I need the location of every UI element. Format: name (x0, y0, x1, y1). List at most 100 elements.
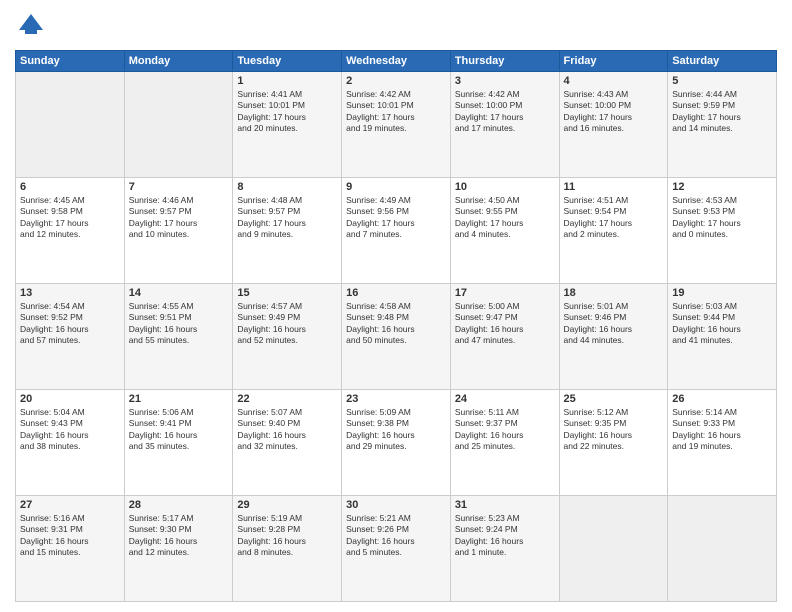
calendar-cell: 16Sunrise: 4:58 AM Sunset: 9:48 PM Dayli… (342, 284, 451, 390)
calendar-cell: 29 Sunrise: 5:19 AM Sunset: 9:28 PM Dayli… (233, 496, 342, 602)
day-number: 21 (129, 393, 229, 405)
day-info: Sunrise: 4:46 AM Sunset: 9:57 PM Dayligh… (129, 195, 229, 241)
day-number: 14 (129, 287, 229, 299)
day-info: Sunrise: 4:45 AM Sunset: 9:58 PM Dayligh… (20, 195, 120, 241)
calendar-cell: 12 Sunrise: 4:53 AM Sunset: 9:53 PM Dayli… (668, 178, 777, 284)
day-info: Sunrise: 4:41 AM Sunset: 10:01 PM Daylig… (237, 89, 337, 135)
weekday-header-saturday: Saturday (668, 51, 777, 72)
calendar-week-row: 13 Sunrise: 4:54 AM Sunset: 9:52 PM Dayli… (16, 284, 777, 390)
logo (15, 10, 51, 42)
calendar-cell: 19 Sunrise: 5:03 AM Sunset: 9:44 PM Dayli… (668, 284, 777, 390)
day-number: 31 (455, 499, 555, 511)
day-info: Sunrise: 4:42 AM Sunset: 10:00 PM Daylig… (455, 89, 555, 135)
day-number: 30 (346, 499, 446, 511)
weekday-header-monday: Monday (124, 51, 233, 72)
day-info: Sunrise: 5:14 AM Sunset: 9:33 PM Dayligh… (672, 407, 772, 453)
calendar-cell: 22 Sunrise: 5:07 AM Sunset: 9:40 PM Dayli… (233, 390, 342, 496)
calendar-cell: 18Sunrise: 5:01 AM Sunset: 9:46 PM Dayli… (559, 284, 668, 390)
day-info: Sunrise: 4:58 AM Sunset: 9:48 PM Dayligh… (346, 301, 446, 347)
day-number: 9 (346, 181, 446, 193)
calendar-cell: 21 Sunrise: 5:06 AM Sunset: 9:41 PM Dayli… (124, 390, 233, 496)
calendar-cell: 25 Sunrise: 5:12 AM Sunset: 9:35 PM Dayli… (559, 390, 668, 496)
calendar-cell (559, 496, 668, 602)
day-number: 28 (129, 499, 229, 511)
weekday-header-thursday: Thursday (450, 51, 559, 72)
day-info: Sunrise: 5:23 AM Sunset: 9:24 PM Dayligh… (455, 513, 555, 559)
weekday-header-row: SundayMondayTuesdayWednesdayThursdayFrid… (16, 51, 777, 72)
calendar-cell: 3 Sunrise: 4:42 AM Sunset: 10:00 PM Dayli… (450, 72, 559, 178)
calendar-cell: 20Sunrise: 5:04 AM Sunset: 9:43 PM Dayli… (16, 390, 125, 496)
day-info: Sunrise: 5:11 AM Sunset: 9:37 PM Dayligh… (455, 407, 555, 453)
calendar-cell: 13 Sunrise: 4:54 AM Sunset: 9:52 PM Dayli… (16, 284, 125, 390)
day-number: 11 (564, 181, 664, 193)
calendar-cell: 26 Sunrise: 5:14 AM Sunset: 9:33 PM Dayli… (668, 390, 777, 496)
weekday-header-wednesday: Wednesday (342, 51, 451, 72)
day-number: 10 (455, 181, 555, 193)
calendar-cell: 2 Sunrise: 4:42 AM Sunset: 10:01 PM Dayli… (342, 72, 451, 178)
day-number: 25 (564, 393, 664, 405)
day-info: Sunrise: 5:21 AM Sunset: 9:26 PM Dayligh… (346, 513, 446, 559)
day-info: Sunrise: 5:12 AM Sunset: 9:35 PM Dayligh… (564, 407, 664, 453)
calendar-cell: 23 Sunrise: 5:09 AM Sunset: 9:38 PM Dayli… (342, 390, 451, 496)
day-number: 12 (672, 181, 772, 193)
day-info: Sunrise: 5:07 AM Sunset: 9:40 PM Dayligh… (237, 407, 337, 453)
day-number: 29 (237, 499, 337, 511)
day-info: Sunrise: 5:00 AM Sunset: 9:47 PM Dayligh… (455, 301, 555, 347)
page: SundayMondayTuesdayWednesdayThursdayFrid… (0, 0, 792, 612)
calendar-cell: 1 Sunrise: 4:41 AM Sunset: 10:01 PM Dayli… (233, 72, 342, 178)
calendar-cell: 30 Sunrise: 5:21 AM Sunset: 9:26 PM Dayli… (342, 496, 451, 602)
calendar-cell: 5 Sunrise: 4:44 AM Sunset: 9:59 PM Daylig… (668, 72, 777, 178)
calendar-cell: 15Sunrise: 4:57 AM Sunset: 9:49 PM Dayli… (233, 284, 342, 390)
calendar-cell: 17 Sunrise: 5:00 AM Sunset: 9:47 PM Dayli… (450, 284, 559, 390)
day-info: Sunrise: 4:50 AM Sunset: 9:55 PM Dayligh… (455, 195, 555, 241)
day-info: Sunrise: 5:01 AM Sunset: 9:46 PM Dayligh… (564, 301, 664, 347)
day-number: 24 (455, 393, 555, 405)
day-number: 27 (20, 499, 120, 511)
calendar-cell: 27 Sunrise: 5:16 AM Sunset: 9:31 PM Dayli… (16, 496, 125, 602)
day-info: Sunrise: 4:51 AM Sunset: 9:54 PM Dayligh… (564, 195, 664, 241)
day-info: Sunrise: 4:43 AM Sunset: 10:00 PM Daylig… (564, 89, 664, 135)
weekday-header-sunday: Sunday (16, 51, 125, 72)
calendar-table: SundayMondayTuesdayWednesdayThursdayFrid… (15, 50, 777, 602)
calendar-cell: 6Sunrise: 4:45 AM Sunset: 9:58 PM Daylig… (16, 178, 125, 284)
day-number: 3 (455, 75, 555, 87)
calendar-cell: 11 Sunrise: 4:51 AM Sunset: 9:54 PM Dayli… (559, 178, 668, 284)
day-number: 17 (455, 287, 555, 299)
calendar-cell (124, 72, 233, 178)
calendar-cell: 4 Sunrise: 4:43 AM Sunset: 10:00 PM Dayli… (559, 72, 668, 178)
calendar-cell: 10 Sunrise: 4:50 AM Sunset: 9:55 PM Dayli… (450, 178, 559, 284)
day-info: Sunrise: 4:48 AM Sunset: 9:57 PM Dayligh… (237, 195, 337, 241)
day-number: 23 (346, 393, 446, 405)
day-info: Sunrise: 4:49 AM Sunset: 9:56 PM Dayligh… (346, 195, 446, 241)
day-number: 4 (564, 75, 664, 87)
day-number: 22 (237, 393, 337, 405)
day-info: Sunrise: 5:03 AM Sunset: 9:44 PM Dayligh… (672, 301, 772, 347)
calendar-week-row: 1 Sunrise: 4:41 AM Sunset: 10:01 PM Dayli… (16, 72, 777, 178)
day-info: Sunrise: 4:53 AM Sunset: 9:53 PM Dayligh… (672, 195, 772, 241)
day-number: 2 (346, 75, 446, 87)
calendar-cell: 8Sunrise: 4:48 AM Sunset: 9:57 PM Daylig… (233, 178, 342, 284)
day-number: 13 (20, 287, 120, 299)
day-info: Sunrise: 5:06 AM Sunset: 9:41 PM Dayligh… (129, 407, 229, 453)
day-info: Sunrise: 5:04 AM Sunset: 9:43 PM Dayligh… (20, 407, 120, 453)
day-info: Sunrise: 5:16 AM Sunset: 9:31 PM Dayligh… (20, 513, 120, 559)
calendar-cell: 31 Sunrise: 5:23 AM Sunset: 9:24 PM Dayli… (450, 496, 559, 602)
calendar-cell: 9 Sunrise: 4:49 AM Sunset: 9:56 PM Daylig… (342, 178, 451, 284)
day-info: Sunrise: 5:17 AM Sunset: 9:30 PM Dayligh… (129, 513, 229, 559)
calendar-cell: 24 Sunrise: 5:11 AM Sunset: 9:37 PM Dayli… (450, 390, 559, 496)
calendar-week-row: 20Sunrise: 5:04 AM Sunset: 9:43 PM Dayli… (16, 390, 777, 496)
calendar-cell (668, 496, 777, 602)
day-number: 19 (672, 287, 772, 299)
day-info: Sunrise: 4:44 AM Sunset: 9:59 PM Dayligh… (672, 89, 772, 135)
calendar-cell (16, 72, 125, 178)
day-info: Sunrise: 5:19 AM Sunset: 9:28 PM Dayligh… (237, 513, 337, 559)
calendar-cell: 7 Sunrise: 4:46 AM Sunset: 9:57 PM Daylig… (124, 178, 233, 284)
day-number: 7 (129, 181, 229, 193)
day-number: 15 (237, 287, 337, 299)
day-info: Sunrise: 5:09 AM Sunset: 9:38 PM Dayligh… (346, 407, 446, 453)
day-info: Sunrise: 4:54 AM Sunset: 9:52 PM Dayligh… (20, 301, 120, 347)
day-info: Sunrise: 4:42 AM Sunset: 10:01 PM Daylig… (346, 89, 446, 135)
day-number: 1 (237, 75, 337, 87)
day-number: 26 (672, 393, 772, 405)
day-number: 5 (672, 75, 772, 87)
